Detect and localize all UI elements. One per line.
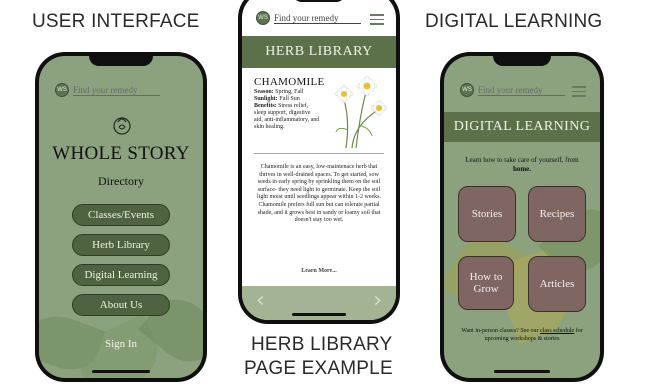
caption-herb-library-line1: HERB LIBRARY	[251, 334, 393, 355]
phone-home: WS Find your remedy WHOLE STORY Director…	[35, 52, 207, 382]
phone-digital-learning: WS Find your remedy DIGITAL LEARNING Lea…	[440, 52, 604, 382]
digital-learning-button[interactable]: Digital Learning	[72, 264, 170, 286]
page-title: HERB LIBRARY	[265, 44, 373, 59]
herb-details: Season: Spring, Fall Sunlight: Full Sun …	[254, 89, 320, 131]
season-row: Season: Spring, Fall	[254, 89, 320, 96]
benefits-row: Benefits: Stress relief, sleep support, …	[254, 103, 320, 131]
logo-icon: WS	[55, 83, 69, 97]
home-indicator	[292, 313, 346, 316]
footer-note-prefix: Want in-person classes? See our	[461, 328, 540, 334]
classes-events-button[interactable]: Classes/Events	[72, 204, 170, 226]
home-indicator	[92, 370, 150, 373]
class-schedule-link[interactable]: class schedule	[540, 328, 574, 334]
logo-icon: WS	[256, 11, 270, 25]
footer-note: Want in-person classes? See our class sc…	[456, 328, 588, 343]
digital-learning-header: DIGITAL LEARNING	[444, 112, 600, 142]
herb-logo-icon	[113, 117, 131, 135]
brand-title: WHOLE STORY	[52, 143, 190, 164]
caption-herb-library-line2: PAGE EXAMPLE	[244, 358, 393, 379]
recipes-tile[interactable]: Recipes	[528, 186, 586, 242]
herb-library-screen: WS Find your remedy HERB LIBRARY CHAMOMI…	[242, 0, 396, 320]
search-bar[interactable]: WS Find your remedy	[256, 11, 361, 25]
herb-description: Chamomile is an easy, low-maintenace her…	[257, 164, 381, 224]
phone-notch	[493, 56, 551, 66]
intro-text: Learn how to take care of yourself, from…	[460, 156, 584, 174]
search-input[interactable]: Find your remedy	[73, 85, 160, 96]
home-indicator	[494, 370, 550, 373]
phone-notch	[292, 0, 346, 2]
home-screen: WS Find your remedy WHOLE STORY Director…	[39, 56, 203, 378]
season-label: Season:	[254, 89, 274, 95]
caption-user-interface: USER INTERFACE	[32, 11, 200, 32]
intro-text-prefix: Learn how to take care of yourself, from	[465, 156, 579, 164]
directory-heading: Directory	[98, 174, 144, 188]
sunlight-label: Sunlight:	[254, 96, 278, 102]
search-input[interactable]: Find your remedy	[274, 13, 361, 24]
search-input[interactable]: Find your remedy	[478, 85, 565, 96]
search-bar[interactable]: WS Find your remedy	[55, 83, 160, 97]
how-to-grow-tile[interactable]: How to Grow	[458, 256, 514, 310]
logo-icon: WS	[460, 83, 474, 97]
page-title: DIGITAL LEARNING	[453, 119, 591, 134]
sunlight-row: Sunlight: Full Sun	[254, 96, 320, 103]
digital-learning-screen: WS Find your remedy DIGITAL LEARNING Lea…	[444, 56, 600, 378]
hamburger-menu-icon[interactable]	[572, 86, 586, 100]
herb-library-button[interactable]: Herb Library	[72, 234, 170, 256]
phone-herb-library: WS Find your remedy HERB LIBRARY CHAMOMI…	[238, 0, 400, 324]
about-us-button[interactable]: About Us	[72, 294, 170, 316]
intro-text-emphasis: home.	[512, 165, 532, 173]
search-bar[interactable]: WS Find your remedy	[460, 83, 565, 97]
benefits-label: Benefits:	[254, 103, 277, 109]
articles-tile[interactable]: Articles	[528, 256, 586, 312]
stories-tile[interactable]: Stories	[458, 186, 516, 242]
learn-more-link[interactable]: Learn More...	[242, 268, 396, 274]
sunlight-value: Full Sun	[279, 96, 300, 102]
caption-digital-learning: DIGITAL LEARNING	[425, 11, 603, 32]
sign-in-link[interactable]: Sign In	[39, 338, 203, 350]
section-divider	[254, 153, 384, 154]
herb-name: CHAMOMILE	[254, 76, 325, 88]
season-value: Spring, Fall	[275, 89, 304, 95]
previous-arrow-icon[interactable]: ‹	[256, 288, 265, 313]
chamomile-illustration-icon	[334, 75, 388, 149]
next-arrow-icon[interactable]: ›	[373, 288, 382, 313]
herb-library-header: HERB LIBRARY	[242, 36, 396, 68]
phone-notch	[89, 56, 153, 66]
hamburger-menu-icon[interactable]	[370, 14, 384, 28]
